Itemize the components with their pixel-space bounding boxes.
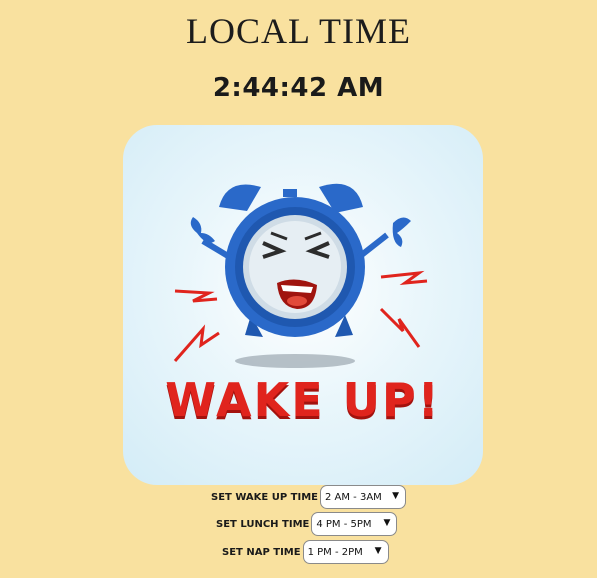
lunch-label: SET LUNCH TIME [216,518,310,530]
wake-up-text: WAKE UP! [165,373,441,427]
chevron-down-icon: ▼ [383,518,391,528]
chevron-down-icon: ▼ [392,491,399,501]
lunch-setting-row: SET LUNCH TIME 4 PM - 5PM ▼ [216,511,398,537]
nap-setting-row: SET NAP TIME 1 PM - 2PM ▼ [222,539,389,565]
lunch-selected-value: 4 PM - 5PM [316,518,372,530]
nap-selected-value: 1 PM - 2PM [307,546,363,558]
nap-select[interactable]: 1 PM - 2PM ▼ [302,540,389,564]
nap-label: SET NAP TIME [222,546,301,558]
current-time: 2:44:42 AM [212,73,385,103]
lunch-select[interactable]: 4 PM - 5PM ▼ [311,512,398,536]
wake-up-label: SET WAKE UP TIME [211,491,318,503]
chevron-down-icon: ▼ [374,546,382,556]
wake-up-selected-value: 2 AM - 3AM [324,491,382,503]
page-title: LOCAL TIME [186,11,411,51]
wake-up-setting-row: SET WAKE UP TIME 2 AM - 3AM ▼ [211,484,406,510]
wake-up-select[interactable]: 2 AM - 3AM ▼ [319,485,406,509]
wake-up-image: WAKE UP! [123,125,483,485]
alarm-clock-icon [173,183,428,368]
